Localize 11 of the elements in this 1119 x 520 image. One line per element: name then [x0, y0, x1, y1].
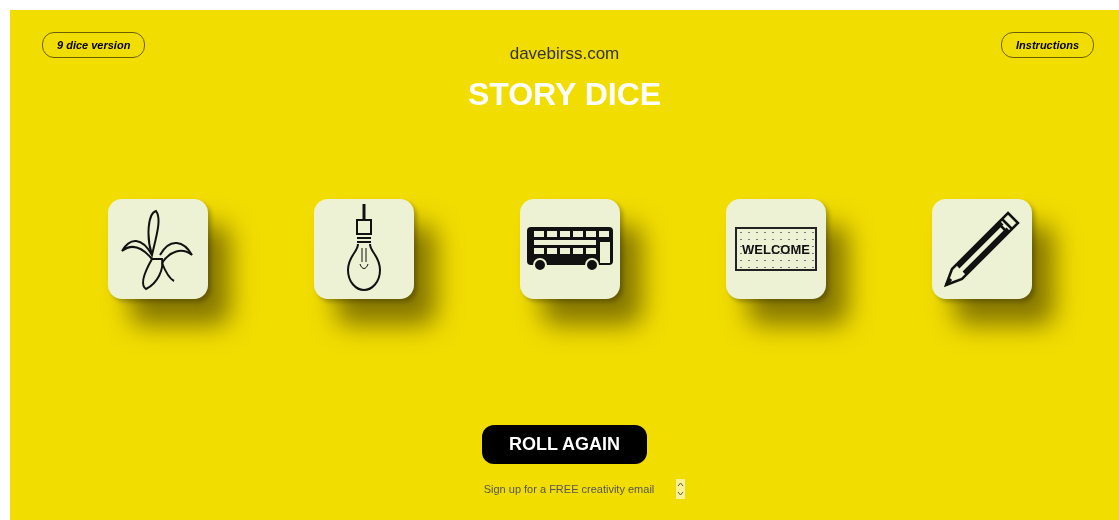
instructions-button[interactable]: Instructions: [1001, 32, 1094, 58]
welcome-mat: WELCOME: [735, 227, 817, 271]
double-decker-bus-icon: [526, 226, 614, 272]
light-bulb-icon: [344, 204, 384, 294]
spinner-icon[interactable]: [676, 479, 686, 499]
roll-again-button[interactable]: ROLL AGAIN: [482, 425, 647, 464]
signup-text: Sign up for a FREE creativity email: [483, 481, 655, 497]
version-button[interactable]: 9 dice version: [42, 32, 146, 59]
site-name: davebirss.com: [509, 44, 620, 64]
pencil-icon: [942, 209, 1022, 289]
page-title: STORY DICE: [467, 76, 662, 112]
